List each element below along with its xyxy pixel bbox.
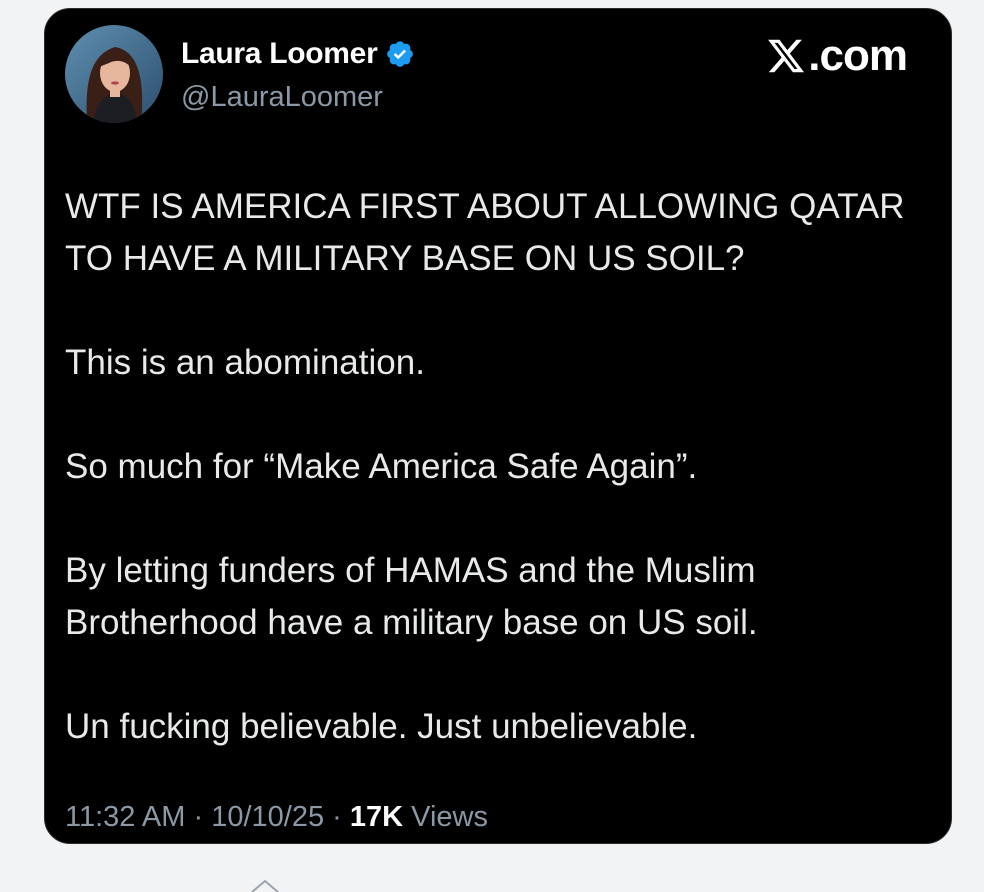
brand-label: .com [808, 31, 908, 80]
author-handle[interactable]: @LauraLoomer [181, 81, 383, 114]
tweet-card[interactable]: Laura Loomer @LauraLoomer .com WTF IS AM… [44, 8, 952, 844]
brand-logo[interactable]: .com [766, 31, 908, 81]
meta-separator: · [193, 801, 204, 833]
views-label[interactable]: Views [411, 801, 488, 833]
avatar[interactable] [65, 25, 163, 123]
tweet-paragraph: So much for “Make America Safe Again”. [65, 447, 698, 486]
author-name-row: Laura Loomer [181, 37, 415, 71]
tweet-paragraph: This is an abomination. [65, 343, 425, 382]
tweet-paragraph: By letting funders of HAMAS and the Musl… [65, 551, 758, 642]
tweet-text: WTF IS AMERICA FIRST ABOUT ALLOWING QATA… [65, 181, 925, 753]
tweet-date[interactable]: 10/10/25 [211, 801, 324, 833]
x-logo-icon [766, 36, 806, 76]
meta-separator: · [332, 801, 342, 833]
display-name[interactable]: Laura Loomer [181, 37, 378, 71]
verified-badge-icon [385, 39, 415, 69]
views-count[interactable]: 17K [350, 801, 403, 833]
tweet-paragraph: Un fucking believable. Just unbelievable… [65, 707, 698, 746]
tweet-meta: 11:32 AM · 10/10/25 · 17K Views [65, 801, 488, 834]
partial-icon [251, 879, 279, 892]
tweet-paragraph: WTF IS AMERICA FIRST ABOUT ALLOWING QATA… [65, 187, 905, 278]
tweet-time[interactable]: 11:32 AM [65, 801, 185, 833]
